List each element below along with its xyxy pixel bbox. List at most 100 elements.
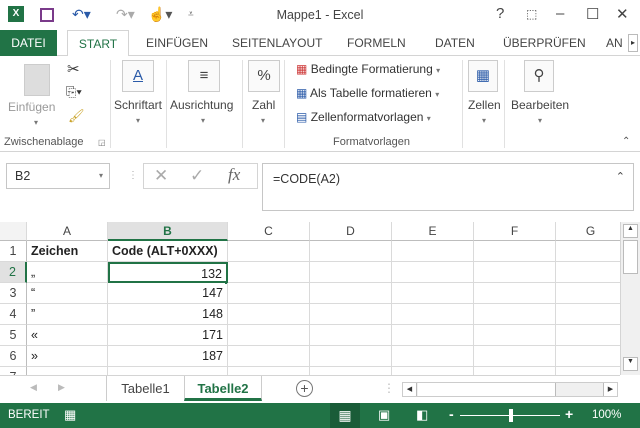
- cell[interactable]: [310, 241, 392, 262]
- scroll-down-button[interactable]: ▼: [623, 357, 638, 371]
- column-header-c[interactable]: C: [228, 222, 310, 241]
- worksheet-grid[interactable]: ABCDEFG 1 Zeichen Code (ALT+0XXX) 2 „ 132 3 “14…: [0, 222, 620, 375]
- cell[interactable]: [474, 346, 556, 367]
- split-handle-icon[interactable]: ⋮: [383, 381, 395, 395]
- cell[interactable]: [392, 325, 474, 346]
- row-header[interactable]: 7: [0, 367, 27, 375]
- cell[interactable]: 147: [108, 283, 228, 304]
- cell[interactable]: [228, 367, 310, 375]
- column-header-b[interactable]: B: [108, 222, 228, 241]
- cell[interactable]: 148: [108, 304, 228, 325]
- cell[interactable]: 171: [108, 325, 228, 346]
- cells-icon[interactable]: ▦: [468, 60, 498, 92]
- cell[interactable]: [556, 325, 620, 346]
- collapse-formula-bar-icon[interactable]: ⌃: [616, 170, 625, 183]
- cell[interactable]: [392, 283, 474, 304]
- cell[interactable]: »: [27, 346, 108, 367]
- cell[interactable]: [474, 304, 556, 325]
- alignment-button[interactable]: Ausrichtung: [170, 98, 233, 112]
- font-icon[interactable]: A: [122, 60, 154, 92]
- cell[interactable]: [474, 241, 556, 262]
- select-all-button[interactable]: [0, 222, 27, 241]
- cell[interactable]: [228, 325, 310, 346]
- font-button[interactable]: Schriftart: [114, 98, 162, 112]
- tab-start[interactable]: START: [67, 30, 129, 57]
- cell[interactable]: [474, 283, 556, 304]
- scroll-up-button[interactable]: ▲: [623, 224, 638, 238]
- name-box[interactable]: B2 ▾: [6, 163, 110, 189]
- column-header-d[interactable]: D: [310, 222, 392, 241]
- dialog-launcher-icon[interactable]: ◲: [98, 138, 106, 147]
- cell[interactable]: [310, 262, 392, 283]
- help-button[interactable]: ?: [496, 5, 504, 22]
- cells-button[interactable]: Zellen: [468, 98, 501, 112]
- cell-styles-button[interactable]: ▤ Zellenformatvorlagen ▾: [296, 110, 431, 124]
- cell[interactable]: [228, 346, 310, 367]
- zoom-in-button[interactable]: +: [565, 406, 573, 422]
- tab-formeln[interactable]: FORMELN: [347, 30, 406, 56]
- cell[interactable]: [228, 241, 310, 262]
- cell[interactable]: [228, 283, 310, 304]
- row-header[interactable]: 5: [0, 325, 27, 346]
- tab-daten[interactable]: DATEN: [435, 30, 475, 56]
- zoom-slider-thumb[interactable]: [509, 409, 513, 422]
- paste-icon[interactable]: [24, 64, 50, 96]
- cell[interactable]: [310, 304, 392, 325]
- cell[interactable]: [474, 367, 556, 375]
- cell[interactable]: [392, 241, 474, 262]
- column-header-g[interactable]: G: [556, 222, 620, 241]
- number-format-icon[interactable]: %: [248, 60, 280, 92]
- paste-button[interactable]: Einfügen: [8, 100, 55, 114]
- cell[interactable]: [556, 304, 620, 325]
- number-button[interactable]: Zahl: [252, 98, 275, 112]
- cell[interactable]: [392, 304, 474, 325]
- vertical-scrollbar[interactable]: ▲ ▼: [620, 222, 640, 375]
- row-header[interactable]: 3: [0, 283, 27, 304]
- format-painter-icon[interactable]: 🖌: [68, 108, 85, 124]
- cell[interactable]: [228, 304, 310, 325]
- row-header[interactable]: 4: [0, 304, 27, 325]
- cell[interactable]: [310, 283, 392, 304]
- formula-input[interactable]: =CODE(A2) ⌃: [262, 163, 634, 211]
- add-sheet-icon[interactable]: +: [296, 380, 313, 397]
- chevron-down-icon[interactable]: ▾: [99, 171, 103, 180]
- column-header-e[interactable]: E: [392, 222, 474, 241]
- horizontal-scrollbar[interactable]: ◀ ▶: [402, 382, 618, 397]
- normal-view-icon[interactable]: ▦: [330, 403, 360, 428]
- maximize-button[interactable]: ☐: [586, 5, 599, 23]
- page-layout-view-icon[interactable]: ▣: [378, 407, 390, 423]
- cell[interactable]: [556, 367, 620, 375]
- column-header-f[interactable]: F: [474, 222, 556, 241]
- row-header[interactable]: 6: [0, 346, 27, 367]
- tab-einfuegen[interactable]: EINFÜGEN: [146, 30, 208, 56]
- cell[interactable]: [310, 325, 392, 346]
- cell[interactable]: ”: [27, 304, 108, 325]
- alignment-icon[interactable]: ≡: [188, 60, 220, 92]
- sheet-tab-tabelle2[interactable]: Tabelle2: [184, 376, 262, 401]
- cell[interactable]: [108, 367, 228, 375]
- cell[interactable]: [556, 283, 620, 304]
- scroll-tabs-right-button[interactable]: ▸: [628, 34, 638, 52]
- tab-ansicht[interactable]: AN: [606, 30, 623, 56]
- horizontal-scroll-thumb[interactable]: [418, 383, 556, 396]
- cell[interactable]: [392, 346, 474, 367]
- drag-handle-icon[interactable]: ⋮: [128, 170, 138, 181]
- cancel-icon[interactable]: ✕: [154, 166, 168, 186]
- scroll-left-button[interactable]: ◀: [403, 383, 417, 396]
- cell[interactable]: [392, 262, 474, 283]
- cell[interactable]: [556, 241, 620, 262]
- column-header-a[interactable]: A: [27, 222, 108, 241]
- format-as-table-button[interactable]: ▦ Als Tabelle formatieren ▾: [296, 86, 439, 100]
- insert-function-icon[interactable]: fx: [228, 165, 240, 185]
- zoom-level[interactable]: 100%: [592, 409, 621, 421]
- cell[interactable]: «: [27, 325, 108, 346]
- macro-record-icon[interactable]: ▦: [64, 407, 76, 423]
- cell[interactable]: [474, 262, 556, 283]
- row-header[interactable]: 1: [0, 241, 27, 262]
- next-sheet-icon[interactable]: ▶: [58, 382, 65, 393]
- cell[interactable]: [310, 346, 392, 367]
- cell[interactable]: [474, 325, 556, 346]
- find-binoculars-icon[interactable]: ⚲: [524, 60, 554, 92]
- minimize-button[interactable]: –: [556, 5, 564, 22]
- selected-cell[interactable]: 132: [108, 262, 228, 283]
